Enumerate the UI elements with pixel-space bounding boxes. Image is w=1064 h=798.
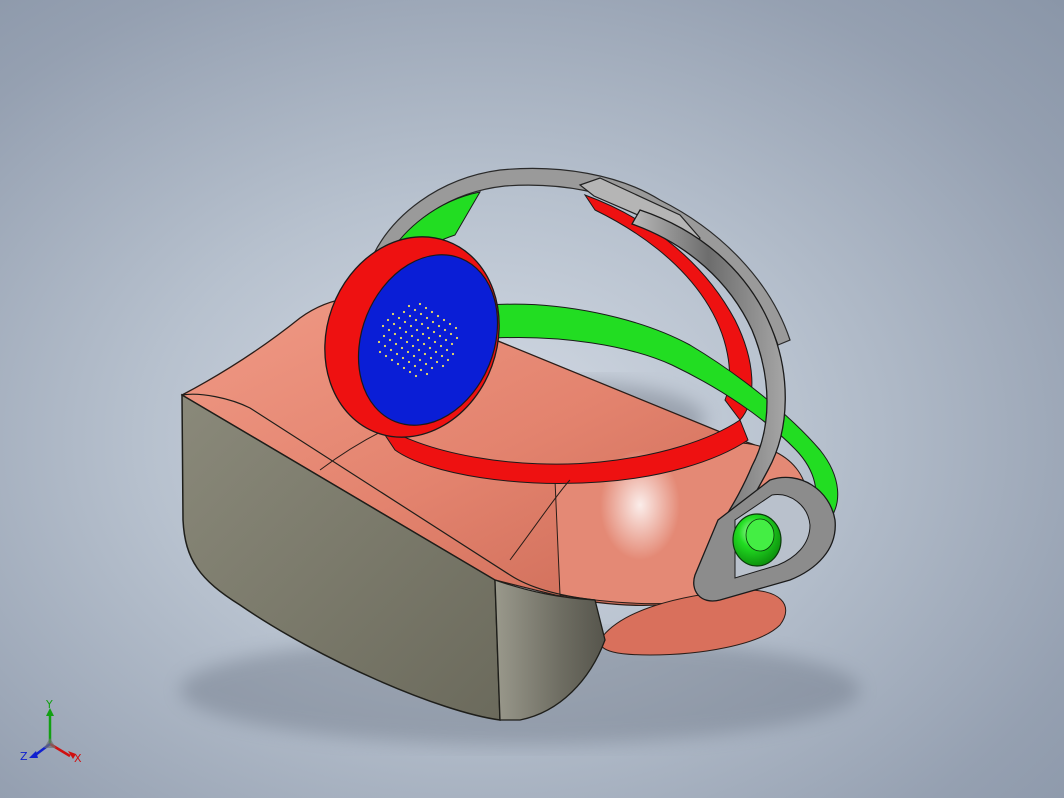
speaker-grille-hole (437, 324, 441, 328)
speaker-grille-hole (400, 346, 404, 350)
speaker-grille-hole (403, 320, 407, 324)
speaker-grille-hole (435, 360, 439, 364)
speaker-grille-hole (404, 330, 408, 334)
speaker-grille-hole (454, 326, 458, 330)
speaker-grille-hole (432, 330, 436, 334)
speaker-grille-hole (402, 366, 406, 370)
speaker-grille-hole (444, 338, 448, 342)
speaker-grille-hole (433, 340, 437, 344)
speaker-grille-hole (382, 334, 386, 338)
speaker-grille-hole (408, 314, 412, 318)
speaker-grille-hole (450, 342, 454, 346)
speaker-grille-hole (442, 318, 446, 322)
speaker-grille-hole (419, 312, 423, 316)
speaker-grille-hole (398, 326, 402, 330)
speaker-grille-hole (445, 348, 449, 352)
speaker-grille-hole (397, 316, 401, 320)
speaker-grille-hole (418, 358, 422, 362)
speaker-grille-hole (406, 350, 410, 354)
speaker-grille-hole (434, 350, 438, 354)
speaker-grille-hole (377, 340, 381, 344)
speaker-grille-hole (428, 346, 432, 350)
speaker-grille-hole (393, 332, 397, 336)
speaker-grille-hole (411, 344, 415, 348)
speaker-grille-hole (416, 338, 420, 342)
speaker-grille-hole (405, 340, 409, 344)
triad-origin (44, 738, 56, 748)
speaker-grille-hole (425, 372, 429, 376)
speaker-grille-hole (451, 352, 455, 356)
speaker-grille-hole (436, 314, 440, 318)
speaker-grille-hole (387, 328, 391, 332)
speaker-grille-hole (418, 302, 422, 306)
speaker-grille-hole (421, 332, 425, 336)
speaker-grille-hole (441, 364, 445, 368)
speaker-grille-hole (395, 352, 399, 356)
speaker-grille-hole (378, 350, 382, 354)
speaker-grille-hole (390, 358, 394, 362)
speaker-grille-hole (388, 338, 392, 342)
speaker-grille-hole (414, 318, 418, 322)
y-axis-label: Y (45, 700, 53, 711)
speaker-grille-hole (383, 344, 387, 348)
speaker-grille-hole (407, 360, 411, 364)
vr-headset-model[interactable] (0, 0, 1064, 798)
speaker-grille-hole (412, 354, 416, 358)
speaker-grille-hole (426, 326, 430, 330)
speaker-grille-hole (438, 334, 442, 338)
speaker-grille-hole (401, 356, 405, 360)
speaker-grille-hole (425, 316, 429, 320)
speaker-grille-hole (415, 328, 419, 332)
speaker-grille-hole (417, 348, 421, 352)
speaker-grille-hole (448, 322, 452, 326)
speaker-grille-hole (424, 306, 428, 310)
speaker-grille-hole (414, 374, 418, 378)
speaker-grille-hole (427, 336, 431, 340)
speaker-grille-hole (389, 348, 393, 352)
speaker-grille-hole (407, 304, 411, 308)
speaker-grille-hole (413, 308, 417, 312)
speaker-grille-hole (381, 324, 385, 328)
speaker-grille-hole (399, 336, 403, 340)
knob-cap (745, 518, 775, 552)
speaker-grille-hole (424, 362, 428, 366)
speaker-grille-hole (431, 320, 435, 324)
speaker-grille-hole (430, 366, 434, 370)
speaker-grille-hole (455, 336, 459, 340)
speaker-grille-hole (420, 322, 424, 326)
speaker-grille-hole (419, 368, 423, 372)
speaker-grille-hole (446, 358, 450, 362)
speaker-grille-hole (439, 344, 443, 348)
speaker-grille-hole (408, 370, 412, 374)
speaker-grille-hole (440, 354, 444, 358)
speaker-grille-hole (391, 312, 395, 316)
speaker-grille-hole (449, 332, 453, 336)
speaker-grille-hole (386, 318, 390, 322)
speaker-grille-hole (413, 364, 417, 368)
axis-triad: Y Z X (20, 700, 82, 765)
speaker-grille-hole (392, 322, 396, 326)
speaker-grille-hole (409, 324, 413, 328)
speaker-grille-hole (396, 362, 400, 366)
graphics-viewport[interactable]: Y Z X (0, 0, 1064, 798)
speaker-grille-hole (423, 352, 427, 356)
speaker-grille-hole (384, 354, 388, 358)
speaker-grille-hole (430, 310, 434, 314)
speaker-grille-hole (402, 310, 406, 314)
z-axis-label: Z (20, 750, 28, 763)
z-axis-arrow (29, 751, 38, 758)
speaker-grille-hole (443, 328, 447, 332)
x-axis-label: X (74, 752, 82, 765)
speaker-grille-hole (429, 356, 433, 360)
speaker-grille-hole (410, 334, 414, 338)
speaker-grille-hole (422, 342, 426, 346)
speaker-grille-hole (394, 342, 398, 346)
